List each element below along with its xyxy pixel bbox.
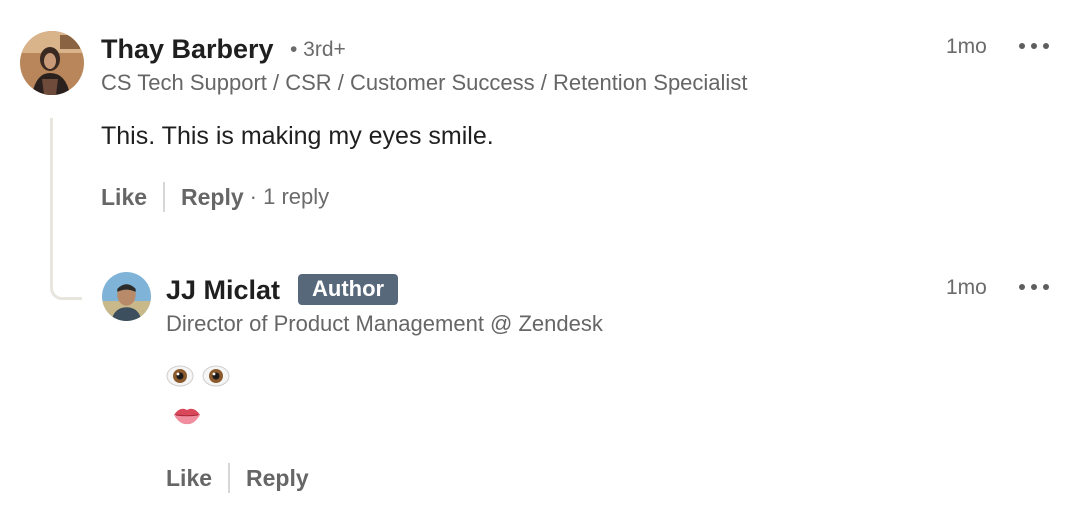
profile-photo-icon bbox=[102, 272, 151, 321]
reply-emoji-line-2 bbox=[172, 404, 210, 426]
commenter-headline: CS Tech Support / CSR / Customer Success… bbox=[101, 70, 748, 95]
action-divider bbox=[228, 463, 231, 493]
lips-icon bbox=[174, 408, 200, 425]
reply-timestamp: 1mo bbox=[946, 276, 987, 299]
reply-author-name[interactable]: JJ Miclat bbox=[166, 275, 280, 306]
comment-timestamp: 1mo bbox=[946, 35, 987, 58]
like-button[interactable]: Like bbox=[166, 465, 212, 492]
comment-text: This. This is making my eyes smile. bbox=[101, 122, 494, 150]
eye-icon bbox=[202, 365, 230, 387]
reply-button[interactable]: Reply bbox=[246, 465, 309, 492]
reply-count[interactable]: · 1 reply bbox=[250, 184, 329, 210]
more-options-icon[interactable] bbox=[1019, 39, 1049, 53]
thread-connector-line bbox=[50, 118, 82, 300]
connection-degree: • 3rd+ bbox=[290, 38, 346, 61]
commenter-avatar[interactable] bbox=[20, 31, 84, 95]
author-badge: Author bbox=[298, 274, 399, 305]
eye-icon bbox=[166, 365, 194, 387]
reply-emoji-line-1 bbox=[166, 364, 238, 388]
comment-actions: Like Reply · 1 reply bbox=[101, 182, 329, 212]
reply-author-headline: Director of Product Management @ Zendesk bbox=[166, 311, 603, 336]
profile-photo-icon bbox=[20, 31, 84, 95]
reply-actions: Like Reply bbox=[166, 463, 309, 493]
more-options-icon[interactable] bbox=[1019, 280, 1049, 294]
commenter-name[interactable]: Thay Barbery bbox=[101, 34, 274, 65]
reply-button[interactable]: Reply bbox=[181, 184, 244, 211]
comments-thread: Thay Barbery • 3rd+ CS Tech Support / CS… bbox=[0, 0, 1088, 518]
like-button[interactable]: Like bbox=[101, 184, 147, 211]
action-divider bbox=[163, 182, 166, 212]
reply-author-avatar[interactable] bbox=[102, 272, 151, 321]
